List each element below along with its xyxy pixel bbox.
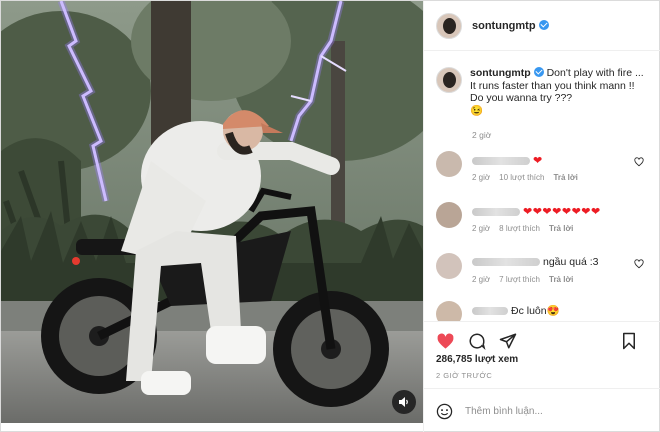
comment-item: ngầu quá :3 2 giờ 7 lượt thích Trả lời <box>436 253 658 297</box>
caption: sontungmtp Don't play with fire ... It r… <box>436 67 656 117</box>
post-video[interactable] <box>1 1 423 423</box>
post-actions: 286,785 lượt xem 2 GIỜ TRƯỚC Thêm bình l… <box>424 321 660 432</box>
blurred-username <box>472 306 508 315</box>
comment-time[interactable]: 2 giờ <box>472 275 490 284</box>
blurred-username <box>472 207 520 216</box>
reply-button[interactable]: Trả lời <box>549 275 573 284</box>
speaker-icon <box>399 397 408 407</box>
comment-likes[interactable]: 8 lượt thích <box>499 224 540 233</box>
comment-line: ngầu quá :3 <box>472 256 598 268</box>
comment-text: ❤ <box>533 155 543 167</box>
comment-text: ngầu quá :3 <box>543 256 599 268</box>
comment-time[interactable]: 2 giờ <box>472 224 490 233</box>
comment-likes[interactable]: 7 lượt thích <box>499 275 540 284</box>
verified-badge-icon <box>538 19 549 30</box>
video-frame-illustration <box>1 1 423 423</box>
caption-line-3: Do you wanna try ??? <box>470 92 573 104</box>
comment-like-heart-icon[interactable] <box>634 157 644 167</box>
blurred-username <box>472 156 530 165</box>
comment-time[interactable]: 2 giờ <box>472 173 490 182</box>
smiley-icon[interactable] <box>436 403 453 420</box>
post-timestamp[interactable]: 2 GIỜ TRƯỚC <box>424 371 660 380</box>
comment-text: ❤❤❤❤❤❤❤❤ <box>523 206 601 218</box>
comment-line: Đc luôn😍 <box>472 304 560 317</box>
reply-button[interactable]: Trả lời <box>553 173 577 182</box>
caption-line-2: It runs faster than you think mann !! <box>470 79 635 92</box>
reply-button[interactable]: Trả lời <box>549 224 573 233</box>
comment-avatar[interactable] <box>436 301 462 321</box>
caption-username[interactable]: sontungmtp <box>470 67 531 79</box>
comment-input[interactable]: Thêm bình luận... <box>465 406 543 417</box>
comment-item: ❤ 2 giờ 10 lượt thích Trả lời <box>436 151 658 195</box>
comment-avatar[interactable] <box>436 202 462 228</box>
action-icons <box>424 322 660 354</box>
comment-likes[interactable]: 10 lượt thích <box>499 173 544 182</box>
comment-item: Đc luôn😍 <box>436 301 658 321</box>
caption-text: sontungmtp Don't play with fire ... It r… <box>470 67 644 117</box>
header-username[interactable]: sontungmtp <box>472 19 549 32</box>
view-count[interactable]: 286,785 lượt xem <box>424 354 660 365</box>
heart-filled-icon[interactable] <box>436 332 455 351</box>
post-sidebar: sontungmtp sontungmtp Don't play with fi… <box>423 1 660 432</box>
comment-meta: 2 giờ 7 lượt thích Trả lời <box>472 275 573 284</box>
comment-avatar[interactable] <box>436 253 462 279</box>
comment-item: ❤❤❤❤❤❤❤❤ 2 giờ 8 lượt thích Trả lời <box>436 202 658 246</box>
comment-text: Đc luôn😍 <box>511 305 560 317</box>
paper-plane-icon[interactable] <box>499 332 517 350</box>
verified-badge-icon <box>533 67 544 77</box>
comment-avatar[interactable] <box>436 151 462 177</box>
bookmark-icon[interactable] <box>621 332 637 350</box>
mute-button[interactable] <box>392 390 416 414</box>
add-comment-bar: Thêm bình luận... <box>424 388 660 432</box>
avatar[interactable] <box>436 12 462 39</box>
comment-line: ❤❤❤❤❤❤❤❤ <box>472 205 601 218</box>
comment-line: ❤ <box>472 154 543 167</box>
comment-meta: 2 giờ 8 lượt thích Trả lời <box>472 224 573 233</box>
comment-meta: 2 giờ 10 lượt thích Trả lời <box>472 173 578 182</box>
header-username-text[interactable]: sontungmtp <box>472 20 536 32</box>
caption-avatar[interactable] <box>436 67 462 93</box>
caption-line-1: Don't play with fire ... <box>546 67 644 79</box>
post-header: sontungmtp <box>424 1 660 51</box>
comment-like-heart-icon[interactable] <box>634 259 644 269</box>
wink-emoji: 😉 <box>470 104 484 117</box>
instagram-post: sontungmtp sontungmtp Don't play with fi… <box>0 0 660 432</box>
blurred-username <box>472 258 540 266</box>
comment-bubble-icon[interactable] <box>468 332 486 350</box>
caption-time[interactable]: 2 giờ <box>472 130 491 140</box>
